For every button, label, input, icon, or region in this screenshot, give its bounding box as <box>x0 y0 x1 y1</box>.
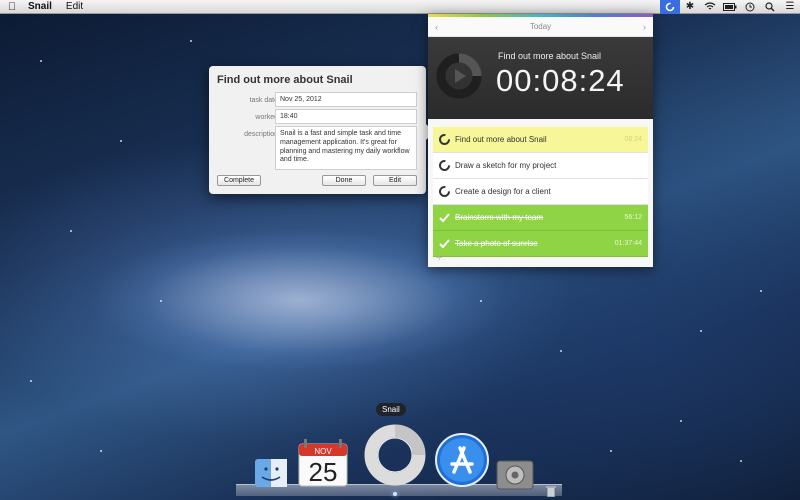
snail-status-icon[interactable] <box>660 0 680 14</box>
task-progress-icon[interactable] <box>433 185 455 198</box>
task-progress-icon[interactable] <box>433 133 455 146</box>
done-button[interactable]: Done <box>322 175 366 186</box>
current-task-title: Find out more about Snail <box>498 51 602 61</box>
task-time: 56:12 <box>624 214 642 221</box>
task-time: 01:37:44 <box>614 240 642 247</box>
snail-app-icon[interactable] <box>362 422 428 488</box>
task-date-field[interactable]: Nov 25, 2012 <box>275 92 417 107</box>
task-label: Take a photo of sunrise <box>455 239 538 248</box>
status-area: ✱ ☰ <box>660 0 800 14</box>
task-detail-popover: Find out more about Snail task date Nov … <box>209 66 434 194</box>
task-label: Brainstorm with my team <box>455 213 544 222</box>
timer-panel: Find out more about Snail 00:08:24 <box>428 37 653 119</box>
dock-tooltip: Snail <box>376 403 406 416</box>
calendar-month: NOV <box>314 447 332 456</box>
task-row[interactable]: Find out more about Snail 08:24 <box>433 127 648 153</box>
complete-button[interactable]: Complete <box>217 175 261 186</box>
search-icon[interactable] <box>760 0 780 14</box>
description-field[interactable]: Snail is a fast and simple task and time… <box>275 126 417 170</box>
task-list: Find out more about Snail 08:24 Draw a s… <box>433 127 648 257</box>
task-row[interactable]: Draw a sketch for my project <box>433 153 648 179</box>
checkmark-icon[interactable] <box>433 238 455 249</box>
task-time: 08:24 <box>624 136 642 143</box>
task-label: Find out more about Snail <box>455 135 547 144</box>
popover-title: Find out more about Snail <box>217 74 353 86</box>
checkmark-icon[interactable] <box>433 212 455 223</box>
task-label: Create a design for a client <box>455 187 551 196</box>
description-label: description <box>244 131 278 138</box>
menu-app-name[interactable]: Snail <box>24 1 60 12</box>
task-row[interactable]: Create a design for a client <box>433 179 648 205</box>
add-task-button[interactable]: + <box>436 252 442 264</box>
day-navigation: ‹ Today › <box>428 17 653 37</box>
app-store-icon[interactable] <box>434 432 490 488</box>
edit-button[interactable]: Edit <box>373 175 417 186</box>
system-preferences-icon[interactable] <box>496 460 534 490</box>
wifi-icon[interactable] <box>700 0 720 14</box>
battery-icon[interactable] <box>720 0 740 14</box>
next-day-button[interactable]: › <box>643 22 646 32</box>
task-row[interactable]: Take a photo of sunrise 01:37:44 <box>433 231 648 257</box>
apple-icon[interactable]:  <box>0 1 24 13</box>
trash-icon[interactable] <box>546 484 556 498</box>
prev-day-button[interactable]: ‹ <box>435 22 438 32</box>
task-row[interactable]: Brainstorm with my team 56:12 <box>433 205 648 231</box>
menu-edit[interactable]: Edit <box>60 1 89 12</box>
timer-display: 00:08:24 <box>496 63 625 98</box>
day-title: Today <box>529 22 552 31</box>
running-indicator <box>393 492 397 496</box>
finder-icon[interactable] <box>254 458 288 488</box>
snail-window: ‹ Today › Find out more about Snail 00:0… <box>428 14 653 267</box>
bluetooth-icon[interactable]: ✱ <box>680 0 700 14</box>
task-progress-icon[interactable] <box>433 159 455 172</box>
task-date-label: task date <box>249 97 278 104</box>
task-label: Draw a sketch for my project <box>455 161 557 170</box>
worked-field[interactable]: 18:40 <box>275 109 417 124</box>
calendar-day: 25 <box>309 457 338 487</box>
list-icon[interactable]: ☰ <box>780 0 800 14</box>
menu-bar:  Snail Edit ✱ ☰ <box>0 0 800 14</box>
time-machine-icon[interactable] <box>740 0 760 14</box>
calendar-icon[interactable]: NOV 25 <box>296 438 350 488</box>
play-ring-icon[interactable] <box>436 53 482 99</box>
